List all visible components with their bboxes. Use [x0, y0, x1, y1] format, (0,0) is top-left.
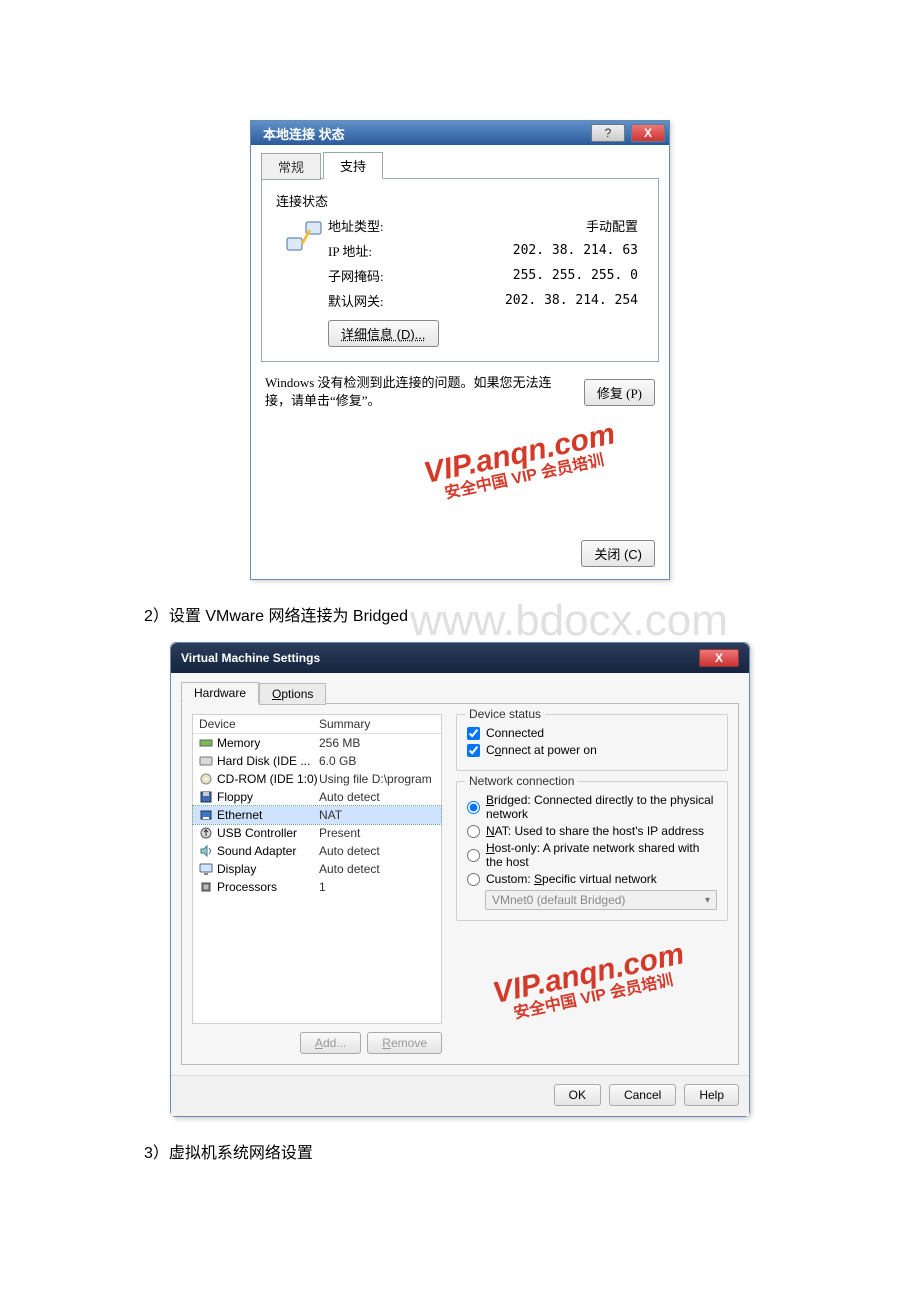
device-name: USB Controller: [217, 826, 297, 840]
group-title-connection-status: 连接状态: [276, 191, 644, 210]
gw-label: 默认网关:: [328, 291, 418, 310]
legend-network: Network connection: [465, 774, 578, 788]
device-row[interactable]: Sound Adapter Auto detect: [193, 842, 441, 860]
device-summary: Auto detect: [319, 862, 435, 876]
step-3-label: 3）虚拟机系统网络设置: [144, 1139, 770, 1163]
device-row[interactable]: Processors 1: [193, 878, 441, 896]
col-summary: Summary: [319, 717, 435, 731]
device-row[interactable]: Ethernet NAT: [193, 806, 441, 824]
device-name: Memory: [217, 736, 260, 750]
radio-nat-input[interactable]: [467, 825, 480, 838]
device-name: Floppy: [217, 790, 253, 804]
tab-general[interactable]: 常规: [261, 153, 321, 180]
device-summary: NAT: [319, 808, 435, 822]
remove-button[interactable]: Remove: [367, 1032, 442, 1054]
device-summary: Auto detect: [319, 790, 435, 804]
device-name: Sound Adapter: [217, 844, 296, 858]
device-summary: 256 MB: [319, 736, 435, 750]
chk-connect-poweron-input[interactable]: [467, 744, 480, 757]
device-summary: 6.0 GB: [319, 754, 435, 768]
close-button[interactable]: X: [631, 124, 665, 142]
radio-bridged[interactable]: Bridged: Connected directly to the physi…: [467, 793, 717, 821]
device-row[interactable]: USB Controller Present: [193, 824, 441, 842]
disp-icon: [199, 862, 213, 876]
watermark: VIP.anqn.com 安全中国 VIP 会员培训: [491, 938, 691, 1026]
close-window-button[interactable]: 关闭 (C): [581, 540, 655, 567]
tab-hardware[interactable]: Hardware: [181, 682, 259, 704]
device-name: Processors: [217, 880, 277, 894]
radio-nat[interactable]: NAT: Used to share the host's IP address: [467, 824, 717, 838]
radio-hostonly[interactable]: Host-only: A private network shared with…: [467, 841, 717, 869]
cd-icon: [199, 772, 213, 786]
radio-custom-input[interactable]: [467, 873, 480, 886]
device-row[interactable]: Memory 256 MB: [193, 734, 441, 752]
usb-icon: [199, 826, 213, 840]
device-row[interactable]: Display Auto detect: [193, 860, 441, 878]
device-name: CD-ROM (IDE 1:0): [217, 772, 318, 786]
vm-settings-window: Virtual Machine Settings X Hardware Opti…: [170, 642, 750, 1117]
network-connection-group: Network connection Bridged: Connected di…: [456, 781, 728, 921]
radio-bridged-input[interactable]: [467, 801, 480, 814]
addr-type-label: 地址类型:: [328, 216, 418, 235]
tab-options[interactable]: Options: [259, 683, 326, 705]
watermark: VIP.anqn.com 安全中国 VIP 会员培训: [422, 418, 622, 506]
repair-button[interactable]: 修复 (P): [584, 379, 655, 406]
col-device: Device: [199, 717, 319, 731]
vmnet-dropdown: VMnet0 (default Bridged) ▾: [485, 890, 717, 910]
chk-connected[interactable]: Connected: [467, 726, 717, 740]
mem-icon: [199, 736, 213, 750]
local-connection-status-window: 本地连接 状态 ? X 常规 支持 连接状态: [250, 120, 670, 580]
tab-support[interactable]: 支持: [323, 152, 383, 179]
device-summary: Present: [319, 826, 435, 840]
chk-connect-poweron[interactable]: Connect at power on: [467, 743, 717, 757]
titlebar[interactable]: 本地连接 状态 ? X: [251, 121, 669, 145]
repair-message: Windows 没有检测到此连接的问题。如果您无法连接，请单击“修复”。: [265, 374, 574, 410]
ok-button[interactable]: OK: [554, 1084, 601, 1106]
floppy-icon: [199, 790, 213, 804]
snd-icon: [199, 844, 213, 858]
window-title: Virtual Machine Settings: [181, 651, 699, 665]
chk-connected-input[interactable]: [467, 727, 480, 740]
device-name: Ethernet: [217, 808, 262, 822]
help-button[interactable]: ?: [591, 124, 625, 142]
radio-custom[interactable]: Custom: Specific virtual network: [467, 872, 717, 886]
legend-device-status: Device status: [465, 707, 545, 721]
addr-type-value: 手动配置: [418, 216, 644, 235]
ip-label: IP 地址:: [328, 241, 418, 260]
device-name: Display: [217, 862, 256, 876]
device-summary: Auto detect: [319, 844, 435, 858]
device-summary: Using file D:\program file...: [319, 772, 435, 786]
eth-icon: [199, 808, 213, 822]
device-row[interactable]: Hard Disk (IDE ... 6.0 GB: [193, 752, 441, 770]
cancel-button[interactable]: Cancel: [609, 1084, 676, 1106]
window-title: 本地连接 状态: [263, 124, 585, 143]
device-status-group: Device status Connected Connect at power…: [456, 714, 728, 771]
gw-value: 202. 38. 214. 254: [418, 293, 644, 308]
titlebar[interactable]: Virtual Machine Settings X: [171, 643, 749, 673]
chevron-down-icon: ▾: [705, 895, 710, 906]
page-watermark: www.bdocx.com: [410, 596, 728, 646]
close-button[interactable]: X: [699, 649, 739, 667]
ip-value: 202. 38. 214. 63: [418, 243, 644, 258]
connection-icon: [284, 216, 324, 256]
mask-label: 子网掩码:: [328, 266, 418, 285]
device-table: Device Summary Memory 256 MB Hard Disk (ID…: [192, 714, 442, 1024]
device-name: Hard Disk (IDE ...: [217, 754, 310, 768]
mask-value: 255. 255. 255. 0: [418, 268, 644, 283]
device-summary: 1: [319, 880, 435, 894]
device-row[interactable]: Floppy Auto detect: [193, 788, 441, 806]
add-button[interactable]: Add...: [300, 1032, 361, 1054]
disk-icon: [199, 754, 213, 768]
device-row[interactable]: CD-ROM (IDE 1:0)Using file D:\program fi…: [193, 770, 441, 788]
details-button[interactable]: 详细信息 (D)...: [328, 320, 439, 347]
help-button[interactable]: Help: [684, 1084, 739, 1106]
cpu-icon: [199, 880, 213, 894]
radio-hostonly-input[interactable]: [467, 849, 480, 862]
